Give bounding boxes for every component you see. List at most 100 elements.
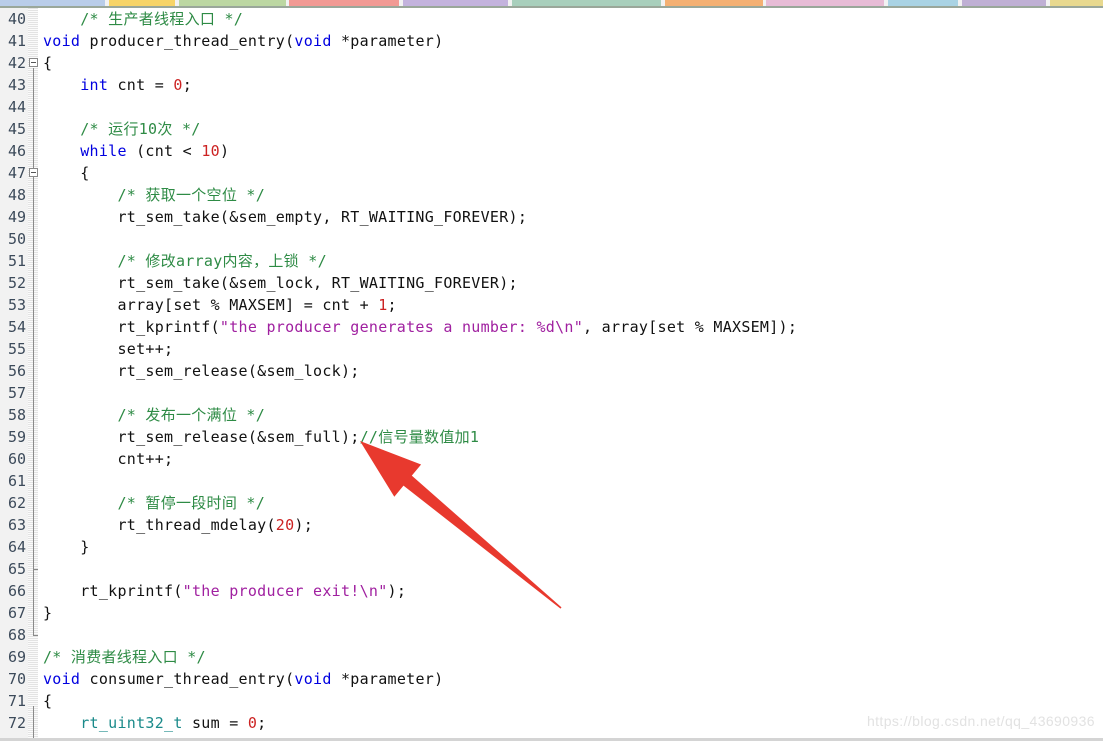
token-plain: producer_thread_entry( — [80, 32, 295, 50]
fold-region-end-tick — [33, 569, 38, 570]
code-line[interactable]: rt_kprintf("the producer generates a num… — [43, 316, 797, 338]
token-plain: cnt++; — [43, 450, 174, 468]
code-line[interactable]: } — [43, 602, 52, 624]
fold-toggle-47[interactable] — [29, 168, 38, 177]
code-line[interactable]: /* 发布一个满位 */ — [43, 404, 265, 426]
code-line[interactable]: /* 生产者线程入口 */ — [43, 8, 243, 30]
line-number: 54 — [7, 318, 26, 336]
code-line[interactable]: array[set % MAXSEM] = cnt + 1; — [43, 294, 397, 316]
token-number: 20 — [275, 516, 295, 534]
token-plain: array[set % MAXSEM] = cnt + — [43, 296, 379, 314]
token-comment: /* 运行10次 */ — [80, 120, 201, 138]
line-number: 58 — [7, 406, 26, 424]
code-line[interactable]: } — [43, 536, 90, 558]
line-number: 43 — [7, 76, 26, 94]
fold-region-line — [33, 706, 34, 741]
token-plain: *parameter) — [331, 32, 444, 50]
code-line[interactable]: rt_thread_mdelay(20); — [43, 514, 313, 536]
line-number: 53 — [7, 296, 26, 314]
token-plain: ; — [257, 714, 267, 732]
code-line[interactable]: void consumer_thread_entry(void *paramet… — [43, 668, 443, 690]
line-number: 55 — [7, 340, 26, 358]
code-line[interactable]: rt_sem_release(&sem_full);//信号量数值加1 — [43, 426, 479, 448]
code-line[interactable]: { — [43, 52, 52, 74]
line-number: 68 — [7, 626, 26, 644]
code-line[interactable]: int cnt = 0; — [43, 74, 192, 96]
token-keyword: void — [43, 32, 81, 50]
token-plain: ; — [387, 296, 397, 314]
token-comment: /* 发布一个满位 */ — [117, 406, 266, 424]
token-comment: /* 修改array内容，上锁 */ — [117, 252, 327, 270]
code-line[interactable]: { — [43, 690, 52, 712]
fold-region-end-tick — [33, 635, 38, 636]
token-plain: ) — [219, 142, 230, 160]
line-number: 66 — [7, 582, 26, 600]
line-number: 70 — [7, 670, 26, 688]
line-number: 41 — [7, 32, 26, 50]
line-number: 65 — [7, 560, 26, 578]
code-line[interactable]: { — [43, 162, 90, 184]
token-plain: rt_kprintf( — [43, 318, 220, 336]
line-number: 48 — [7, 186, 26, 204]
line-number: 67 — [7, 604, 26, 622]
line-number: 69 — [7, 648, 26, 666]
token-plain: cnt = — [108, 76, 174, 94]
token-comment: //信号量数值加1 — [359, 428, 480, 446]
line-number: 72 — [7, 714, 26, 732]
line-number: 45 — [7, 120, 26, 138]
token-string: "the producer exit!\n" — [182, 582, 388, 600]
token-string: "the producer generates a number: %d\n" — [219, 318, 584, 336]
code-line[interactable]: rt_sem_take(&sem_empty, RT_WAITING_FOREV… — [43, 206, 527, 228]
code-content[interactable]: /* 生产者线程入口 */ void producer_thread_entry(… — [43, 8, 1103, 741]
code-line[interactable]: void producer_thread_entry(void *paramet… — [43, 30, 443, 52]
code-line[interactable]: /* 暂停一段时间 */ — [43, 492, 265, 514]
code-line[interactable]: rt_sem_release(&sem_lock); — [43, 360, 360, 382]
token-plain: sum = — [182, 714, 248, 732]
token-plain: consumer_thread_entry( — [80, 670, 295, 688]
token-comment: /* 获取一个空位 */ — [117, 186, 266, 204]
fold-toggle-42[interactable] — [29, 58, 38, 67]
line-number: 42 — [7, 54, 26, 72]
code-line[interactable]: cnt++; — [43, 448, 173, 470]
line-number: 46 — [7, 142, 26, 160]
code-line[interactable]: rt_uint32_t sum = 0; — [43, 712, 266, 734]
token-plain: rt_sem_take(&sem_empty, RT_WAITING_FOREV… — [43, 208, 528, 226]
token-keyword: while — [80, 142, 127, 160]
code-line[interactable]: rt_kprintf("the producer exit!\n"); — [43, 580, 406, 602]
token-number: 1 — [378, 296, 388, 314]
line-number: 59 — [7, 428, 26, 446]
token-plain: (cnt < — [126, 142, 202, 160]
code-line[interactable]: /* 消费者线程入口 */ — [43, 646, 206, 668]
token-plain: { — [43, 692, 53, 710]
code-line[interactable]: while (cnt < 10) — [43, 140, 229, 162]
code-line[interactable]: /* 运行10次 */ — [43, 118, 201, 140]
line-number: 60 — [7, 450, 26, 468]
code-line[interactable]: /* 修改array内容，上锁 */ — [43, 250, 327, 272]
code-line[interactable]: set++; — [43, 338, 173, 360]
line-number: 47 — [7, 164, 26, 182]
fold-region-line — [33, 178, 34, 569]
token-plain: rt_kprintf( — [43, 582, 183, 600]
token-plain: rt_thread_mdelay( — [43, 516, 276, 534]
line-number: 52 — [7, 274, 26, 292]
line-number: 63 — [7, 516, 26, 534]
token-plain: rt_sem_release(&sem_full); — [43, 428, 360, 446]
token-keyword: void — [294, 32, 332, 50]
token-plain: { — [43, 164, 90, 182]
code-line[interactable]: rt_sem_take(&sem_lock, RT_WAITING_FOREVE… — [43, 272, 518, 294]
token-plain: } — [43, 538, 90, 556]
strip-divider-rule — [0, 6, 1103, 8]
code-editor[interactable]: /* 生产者线程入口 */ void producer_thread_entry(… — [0, 0, 1103, 741]
line-number: 64 — [7, 538, 26, 556]
token-comment: /* 生产者线程入口 */ — [80, 10, 244, 28]
line-number: 51 — [7, 252, 26, 270]
line-number: 61 — [7, 472, 26, 490]
code-line[interactable]: /* 获取一个空位 */ — [43, 184, 265, 206]
